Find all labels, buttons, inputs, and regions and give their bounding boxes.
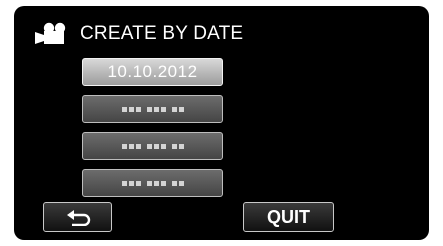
quit-button[interactable]: QUIT: [243, 202, 334, 232]
screen-title: CREATE BY DATE: [80, 23, 244, 44]
empty-date-placeholder: [121, 180, 184, 186]
date-item-1[interactable]: 10.10.2012: [82, 58, 223, 86]
lcd-screen: CREATE BY DATE 10.10.2012 QUIT: [14, 6, 429, 240]
quit-label: QUIT: [267, 206, 310, 227]
date-item-4[interactable]: [82, 169, 223, 197]
screen-header: CREATE BY DATE: [34, 20, 243, 48]
date-item-2[interactable]: [82, 95, 223, 123]
return-arrow-icon: [66, 210, 90, 226]
empty-date-placeholder: [121, 143, 184, 149]
date-label: 10.10.2012: [107, 62, 198, 81]
video-camera-icon: [35, 22, 66, 44]
date-item-3[interactable]: [82, 132, 223, 160]
back-button[interactable]: [43, 202, 112, 232]
empty-date-placeholder: [121, 106, 184, 112]
